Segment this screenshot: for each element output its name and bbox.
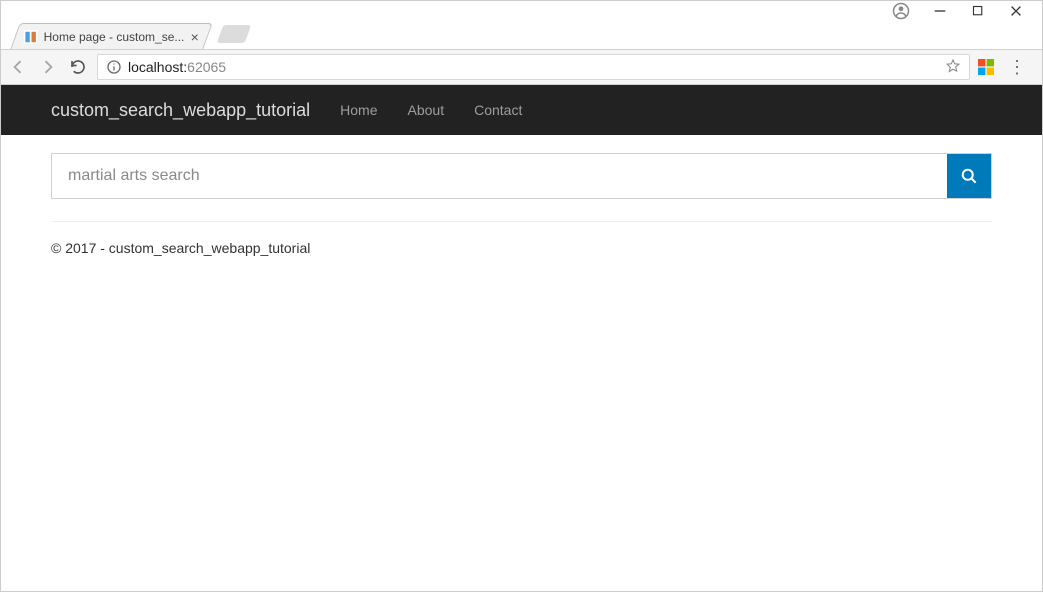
search-button[interactable]	[947, 154, 991, 198]
back-icon[interactable]	[7, 56, 29, 78]
maximize-icon[interactable]	[970, 3, 986, 19]
footer-text: © 2017 - custom_search_webapp_tutorial	[51, 240, 992, 256]
user-account-icon[interactable]	[892, 2, 910, 20]
favicon-icon	[24, 30, 38, 44]
new-tab-button[interactable]	[217, 25, 252, 43]
nav-link-home[interactable]: Home	[340, 102, 377, 118]
tab-title: Home page - custom_se...	[44, 30, 185, 44]
browser-tab[interactable]: Home page - custom_se... ×	[10, 23, 212, 49]
nav-link-contact[interactable]: Contact	[474, 102, 522, 118]
window-titlebar	[1, 1, 1042, 21]
browser-tabstrip: Home page - custom_se... ×	[1, 21, 1042, 49]
forward-icon[interactable]	[37, 56, 59, 78]
minimize-icon[interactable]	[932, 3, 948, 19]
nav-links: Home About Contact	[340, 102, 522, 118]
browser-menu-icon[interactable]: ⋮	[1002, 58, 1032, 76]
bookmark-star-icon[interactable]	[945, 58, 961, 77]
reload-icon[interactable]	[67, 56, 89, 78]
search-container	[51, 153, 992, 199]
windows-logo-icon[interactable]	[978, 59, 994, 75]
url-port: 62065	[187, 59, 226, 75]
site-brand[interactable]: custom_search_webapp_tutorial	[51, 100, 310, 121]
close-icon[interactable]	[1008, 3, 1024, 19]
divider	[51, 221, 992, 222]
browser-toolbar: localhost:62065 ⋮	[1, 49, 1042, 85]
search-input[interactable]	[52, 154, 947, 198]
tab-close-icon[interactable]: ×	[191, 30, 199, 44]
nav-link-about[interactable]: About	[408, 102, 445, 118]
site-info-icon[interactable]	[106, 59, 122, 75]
address-bar[interactable]: localhost:62065	[97, 54, 970, 80]
site-navbar: custom_search_webapp_tutorial Home About…	[1, 85, 1042, 135]
url-host: localhost:	[128, 59, 187, 75]
page-content: custom_search_webapp_tutorial Home About…	[1, 85, 1042, 266]
search-icon	[959, 166, 979, 186]
